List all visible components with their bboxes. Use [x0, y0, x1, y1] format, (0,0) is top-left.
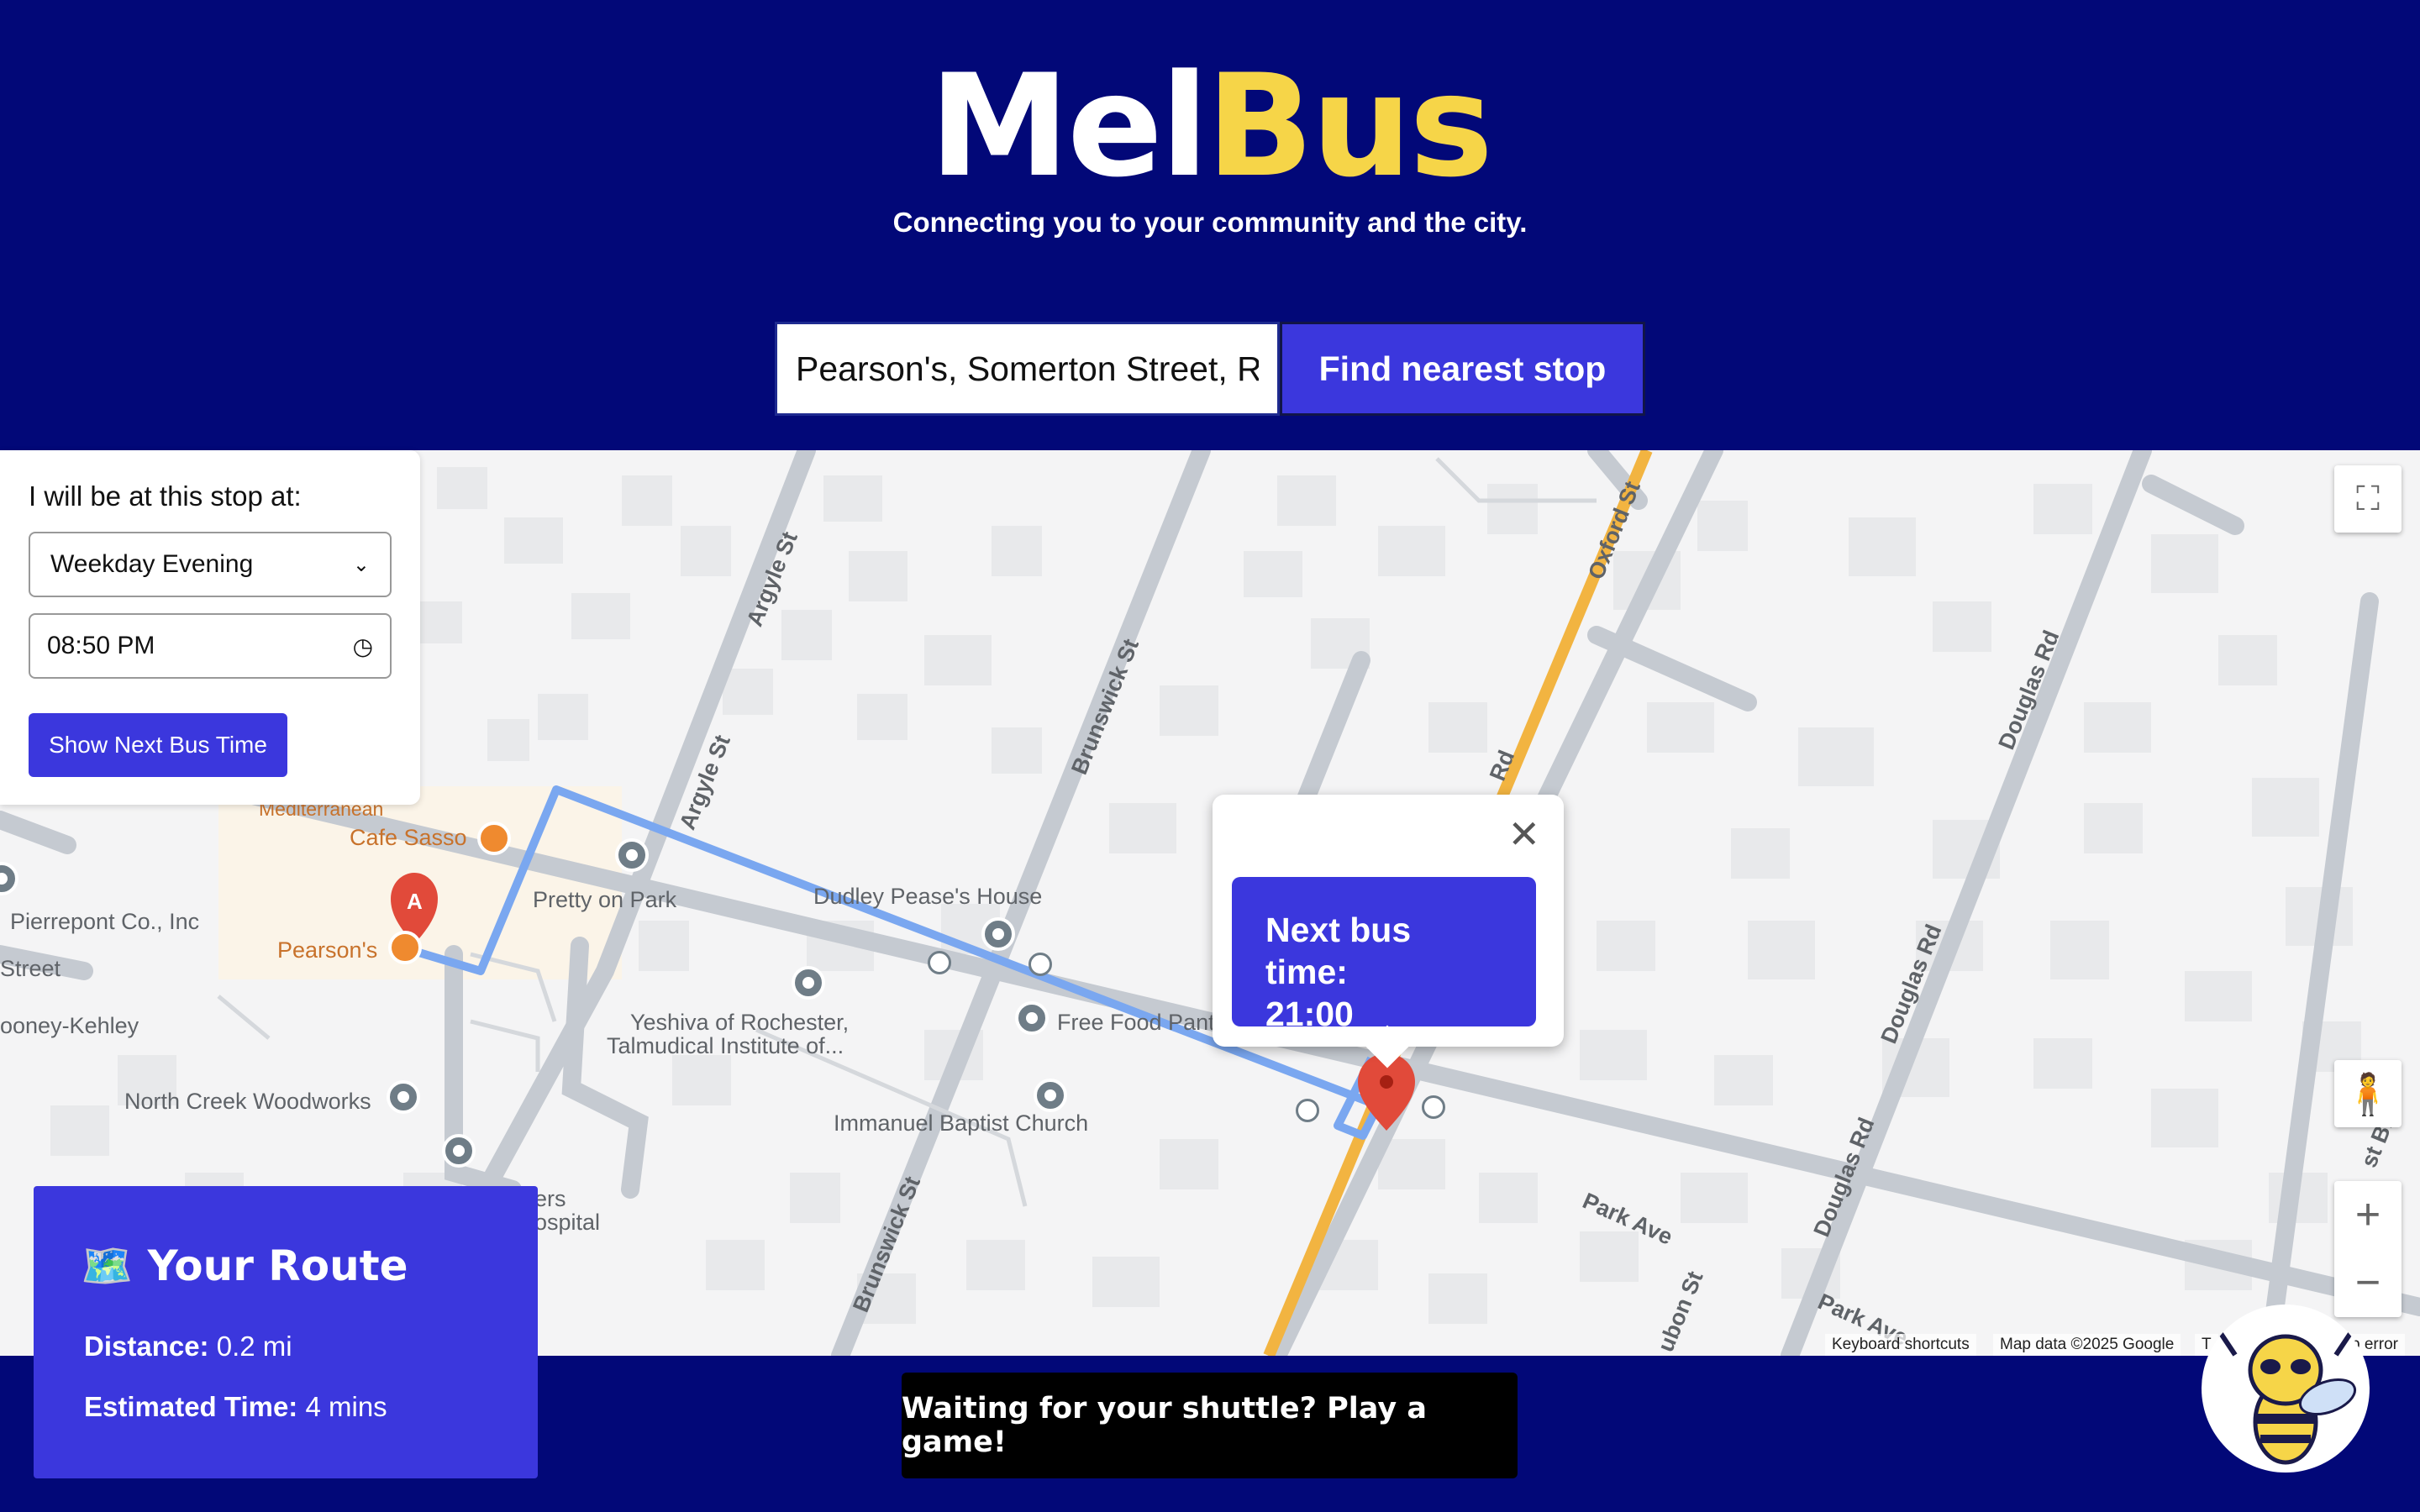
place-pin-icon[interactable]	[615, 838, 649, 872]
street-view-pegman-icon[interactable]: 🧍	[2334, 1060, 2402, 1127]
tagline: Connecting you to your community and the…	[892, 207, 1528, 238]
place-label-ospital: ospital	[534, 1210, 601, 1235]
zoom-out-icon[interactable]: −	[2355, 1249, 2381, 1317]
place-label-cafe-sasso[interactable]: Cafe Sasso	[350, 825, 467, 851]
schedule-select-value: Weekday Evening	[50, 550, 254, 578]
place-label-ers: ers	[534, 1186, 566, 1211]
map-data-attribution: Map data ©2025 Google	[1993, 1334, 2181, 1356]
next-bus-info-window: ✕ Next bus time: 21:00	[1213, 795, 1564, 1068]
place-label-yeshiva[interactable]: Talmudical Institute of...	[607, 1033, 844, 1059]
place-label-yeshiva[interactable]: Yeshiva of Rochester,	[630, 1010, 849, 1036]
close-icon[interactable]: ✕	[1507, 811, 1540, 857]
zoom-control: + −	[2334, 1181, 2402, 1317]
chevron-down-icon: ⌄	[352, 553, 370, 576]
distance-label: Distance:	[84, 1331, 209, 1362]
stop-time-panel: I will be at this stop at: Weekday Eveni…	[0, 450, 420, 805]
logo-bus: Bus	[1206, 44, 1494, 208]
play-game-button[interactable]: Waiting for your shuttle? Play a game!	[902, 1373, 1518, 1478]
route-time: Estimated Time: 4 mins	[84, 1391, 387, 1423]
place-label-ooney: ooney-Kehley	[0, 1013, 139, 1038]
bus-stop-icon[interactable]	[1296, 1099, 1319, 1122]
next-bus-time-label: Next bus time:	[1265, 911, 1412, 991]
header: MelBus Connecting you to your community …	[0, 0, 2420, 450]
cafe-icon[interactable]	[388, 931, 422, 964]
time-input-value: 08:50 PM	[47, 632, 155, 659]
church-icon[interactable]	[1034, 1079, 1067, 1112]
route-distance: Distance: 0.2 mi	[84, 1331, 292, 1362]
time-input[interactable]: 08:50 PM ◷	[29, 613, 392, 679]
place-label-street: Street	[0, 956, 61, 981]
bus-stop-icon[interactable]	[928, 951, 951, 974]
place-pin-icon[interactable]	[1015, 1001, 1049, 1035]
estimated-time-value: 4 mins	[305, 1391, 387, 1422]
route-summary-panel: 🗺️ Your Route Distance: 0.2 mi Estimated…	[34, 1186, 538, 1478]
find-nearest-stop-button[interactable]: Find nearest stop	[1280, 322, 1645, 416]
place-pin-icon[interactable]	[387, 1080, 420, 1114]
next-bus-time-card: Next bus time: 21:00	[1232, 877, 1536, 1033]
hornet-mascot-icon	[2216, 1328, 2357, 1465]
place-label-free-food[interactable]: Free Food Pant	[1057, 1010, 1215, 1036]
bus-stop-icon[interactable]	[1422, 1095, 1445, 1119]
place-label-pretty-on-park[interactable]: Pretty on Park	[533, 887, 676, 913]
app-logo: MelBus	[0, 50, 2420, 202]
show-next-bus-time-button[interactable]: Show Next Bus Time	[29, 713, 287, 777]
cafe-icon[interactable]	[477, 822, 511, 855]
stop-time-label: I will be at this stop at:	[29, 480, 302, 512]
clock-icon[interactable]: ◷	[353, 633, 373, 660]
place-label-immanuel[interactable]: Immanuel Baptist Church	[834, 1110, 1088, 1137]
zoom-in-icon[interactable]: +	[2355, 1181, 2381, 1249]
place-label-dudley[interactable]: Dudley Pease's House	[813, 884, 1042, 910]
place-pin-icon[interactable]	[442, 1134, 476, 1168]
place-label-north-creek[interactable]: North Creek Woodworks	[124, 1089, 371, 1115]
keyboard-shortcuts-link[interactable]: Keyboard shortcuts	[1825, 1334, 1976, 1356]
school-icon[interactable]	[792, 966, 825, 1000]
place-label-pierrepont[interactable]: Pierrepont Co., Inc	[10, 909, 199, 935]
search-bar: Find nearest stop	[775, 322, 1645, 416]
schedule-select[interactable]: Weekday Evening ⌄	[29, 532, 392, 597]
place-label-pearsons[interactable]: Pearson's	[277, 937, 377, 963]
distance-value: 0.2 mi	[216, 1331, 292, 1362]
place-pin-icon[interactable]	[981, 917, 1015, 951]
address-search-input[interactable]	[775, 322, 1280, 416]
bus-stop-icon[interactable]	[1028, 953, 1052, 976]
start-marker-label: A	[407, 889, 423, 914]
route-title: 🗺️ Your Route	[81, 1242, 408, 1290]
mascot-avatar[interactable]	[2202, 1305, 2370, 1473]
estimated-time-label: Estimated Time:	[84, 1391, 298, 1422]
logo-mel: Mel	[929, 44, 1209, 208]
fullscreen-icon[interactable]: ⛶	[2334, 465, 2402, 533]
